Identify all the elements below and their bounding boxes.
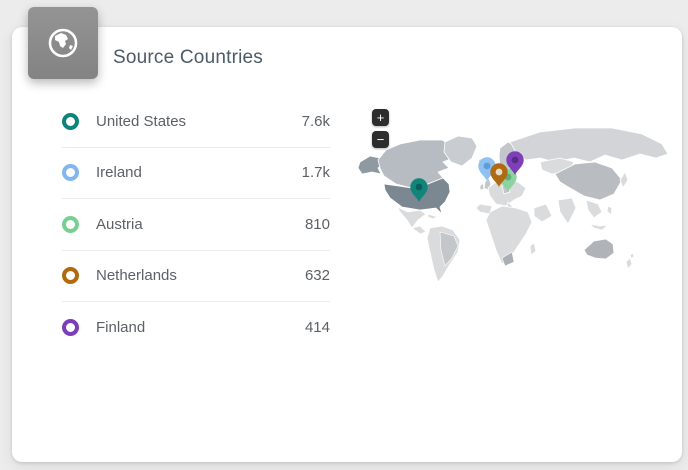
map-region-central-america: [412, 226, 426, 234]
country-value: 632: [305, 267, 330, 284]
map-zoom-in-button[interactable]: +: [372, 109, 389, 126]
country-ring-icon: [62, 267, 79, 284]
world-map-svg[interactable]: [350, 100, 682, 322]
map-region-southeast-asia: [586, 200, 602, 218]
country-value: 810: [305, 216, 330, 233]
country-name: Austria: [96, 216, 305, 233]
map-region-madagascar: [530, 243, 536, 255]
country-name: Netherlands: [96, 267, 305, 284]
map-region-middle-east: [534, 204, 552, 222]
country-value: 7.6k: [302, 113, 330, 130]
country-ring-icon: [62, 113, 79, 130]
country-ring-icon: [62, 216, 79, 233]
map-region-ireland: [480, 183, 484, 190]
globe-icon: [43, 23, 83, 63]
country-list: United States 7.6k Ireland 1.7k Austria …: [62, 96, 330, 353]
widget-header-icon-box: [28, 7, 98, 79]
map-region-greenland: [444, 136, 477, 166]
map-region-japan: [620, 172, 628, 188]
country-name: Finland: [96, 319, 305, 336]
country-row: Finland 414: [62, 302, 330, 353]
map-region-india: [558, 198, 576, 224]
world-map[interactable]: + −: [350, 100, 682, 322]
country-row: Ireland 1.7k: [62, 148, 330, 200]
map-land: [358, 128, 668, 282]
country-row: Austria 810: [62, 199, 330, 251]
map-region-new-zealand: [626, 253, 634, 269]
map-region-australia: [584, 239, 614, 259]
country-name: Ireland: [96, 164, 302, 181]
country-ring-icon: [62, 164, 79, 181]
country-row: United States 7.6k: [62, 96, 330, 148]
map-zoom-out-button[interactable]: −: [372, 131, 389, 148]
country-ring-icon: [62, 319, 79, 336]
source-countries-card: Source Countries United States 7.6k Irel…: [12, 27, 682, 462]
map-region-caribbean: [428, 214, 438, 219]
country-name: United States: [96, 113, 302, 130]
country-value: 414: [305, 319, 330, 336]
country-row: Netherlands 632: [62, 251, 330, 303]
map-region-russia: [510, 128, 668, 162]
country-value: 1.7k: [302, 164, 330, 181]
page-title: Source Countries: [113, 47, 263, 69]
map-region-philippines: [607, 206, 612, 215]
map-region-indonesia: [590, 224, 608, 230]
